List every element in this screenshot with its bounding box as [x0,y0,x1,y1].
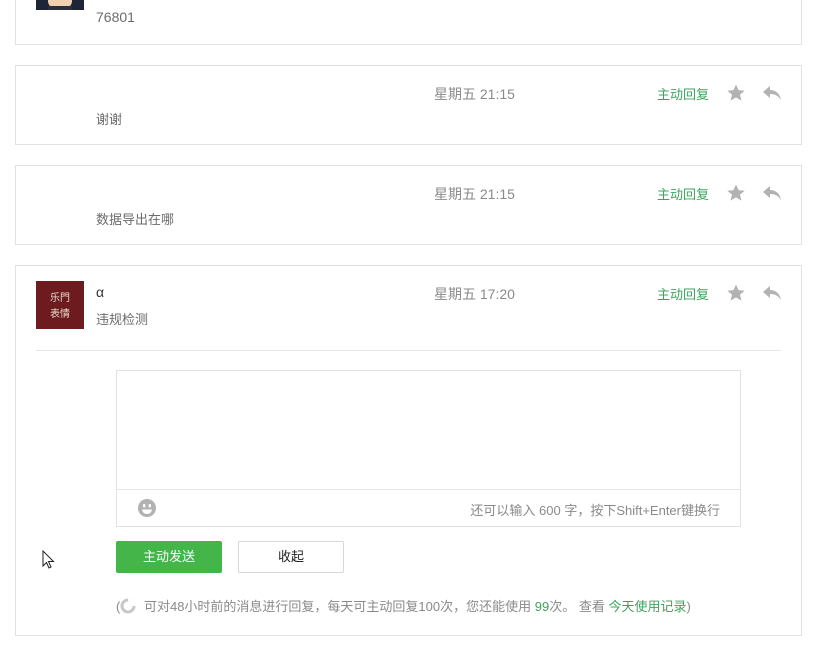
reply-editor: 还可以输入 600 字，按下Shift+Enter键换行 [116,370,741,527]
mouse-cursor-icon [42,550,55,569]
reply-tip: ( 可对48小时前的消息进行回复，每天可主动回复100次，您还能使用 99次。 … [116,596,691,615]
tip-unit: 次。 查看 [549,599,605,614]
editor-toolbar: 还可以输入 600 字，按下Shift+Enter键换行 [117,489,740,526]
tip-text: 可对48小时前的消息进行回复，每天可主动回复100次，您还能使用 [143,599,532,614]
usage-record-link[interactable]: 今天使用记录 [608,599,686,614]
message-content: 违规检测 [96,312,149,327]
star-icon[interactable] [726,283,746,303]
message-card: 星期五 21:15 主动回复 谢谢 [15,65,802,145]
reply-textarea[interactable] [117,371,740,489]
collapse-button[interactable]: 收起 [238,541,344,573]
message-time: 星期五 21:15 [434,86,515,102]
avatar-image [36,0,84,10]
avatar-image: 乐門 表情 [36,281,84,329]
message-content: 谢谢 [96,112,123,127]
message-time: 星期五 17:20 [434,286,515,302]
svg-text:乐門: 乐門 [50,292,70,304]
active-reply-link[interactable]: 主动回复 [657,84,709,103]
avatar[interactable] [36,0,84,10]
star-icon[interactable] [726,183,746,203]
message-card: 76801 [15,0,802,45]
message-content: 数据导出在哪 [96,212,175,227]
svg-text:表情: 表情 [50,307,70,320]
sender-name: α [96,284,105,300]
reply-arrow-icon[interactable] [762,284,782,302]
avatar[interactable]: 乐門 表情 [36,281,84,329]
star-icon[interactable] [726,83,746,103]
message-card: 星期五 21:15 主动回复 数据导出在哪 [15,165,802,245]
reply-arrow-icon[interactable] [762,184,782,202]
message-card-expanded: 乐門 表情 α 星期五 17:20 主动回复 违规检测 还可以输入 600 字，… [15,265,802,636]
message-time: 星期五 21:15 [434,186,515,202]
remaining-count: 99 [534,599,550,614]
tip-close-paren: ) [686,599,691,614]
message-content: 76801 [96,9,135,25]
active-reply-link[interactable]: 主动回复 [657,184,709,203]
send-button[interactable]: 主动发送 [116,541,222,573]
active-reply-link[interactable]: 主动回复 [657,284,709,303]
emoji-icon[interactable] [137,498,157,518]
char-counter: 还可以输入 600 字，按下Shift+Enter键换行 [470,503,720,518]
divider [36,350,781,351]
loading-icon [120,598,136,614]
reply-arrow-icon[interactable] [762,84,782,102]
